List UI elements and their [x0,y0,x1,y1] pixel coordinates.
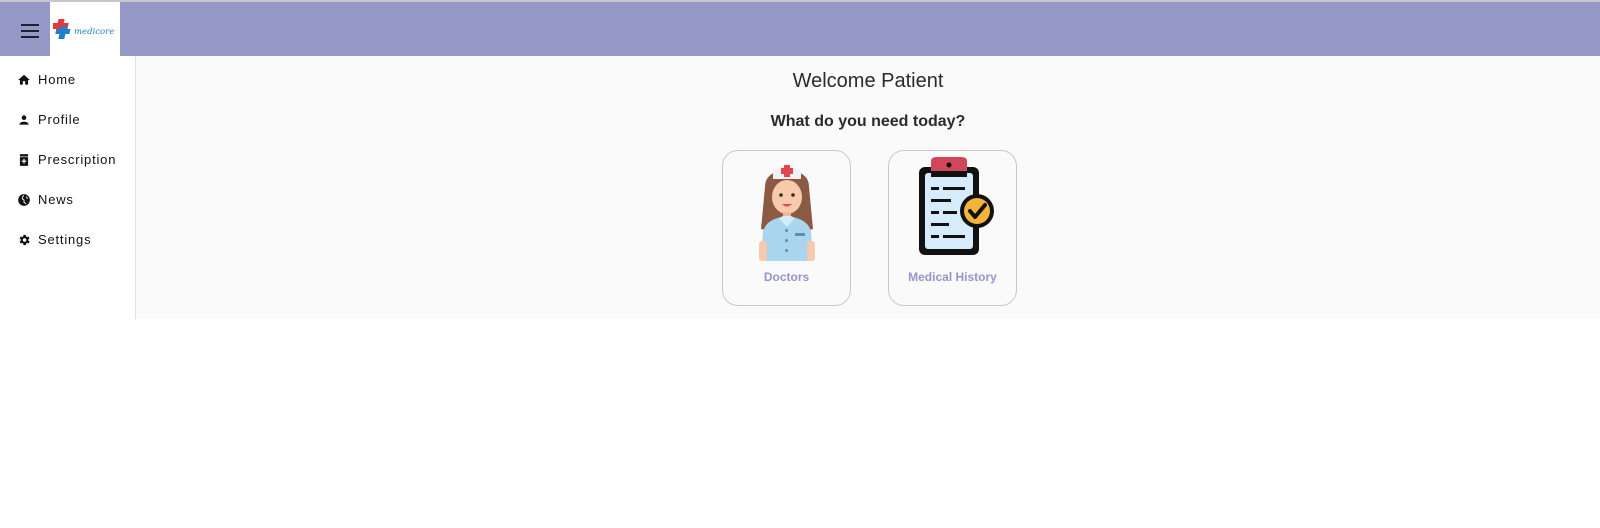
sidebar-nav: Home Profile Prescription News Settings [0,56,136,319]
menu-button[interactable] [14,15,46,47]
medication-icon [19,154,29,166]
page-title: Welcome Patient [792,70,944,92]
globe-icon [18,194,30,206]
home-icon [18,74,30,85]
card-label: Medical History [908,270,997,284]
sidebar-item-profile[interactable]: Profile [0,100,135,140]
sidebar-item-label: Profile [38,112,81,127]
gear-icon [19,234,30,246]
sidebar-item-news[interactable]: News [0,180,135,220]
sidebar-item-label: Prescription [38,152,117,167]
card-label: Doctors [763,270,810,284]
sidebar-item-prescription[interactable]: Prescription [0,140,135,180]
logo-text: medicore [74,27,114,37]
main-content: Welcome Patient What do you need today? [136,56,1600,319]
medical-history-card[interactable]: Medical History [888,150,1017,306]
sidebar-item-settings[interactable]: Settings [0,220,135,260]
sidebar-item-label: News [38,192,74,207]
sidebar-item-label: Settings [38,232,92,247]
sidebar-item-label: Home [38,72,76,87]
sidebar-item-home[interactable]: Home [0,60,135,100]
page-subtitle: What do you need today? [770,113,966,130]
clipboard-check-icon [919,157,994,255]
top-app-bar [0,2,1600,56]
logo-image: medicore [53,19,114,39]
menu-icon [21,24,39,38]
app-logo[interactable]: medicore [50,2,120,56]
doctors-card[interactable]: Doctors [722,150,851,306]
person-icon [19,115,29,125]
nurse-icon [759,165,815,261]
